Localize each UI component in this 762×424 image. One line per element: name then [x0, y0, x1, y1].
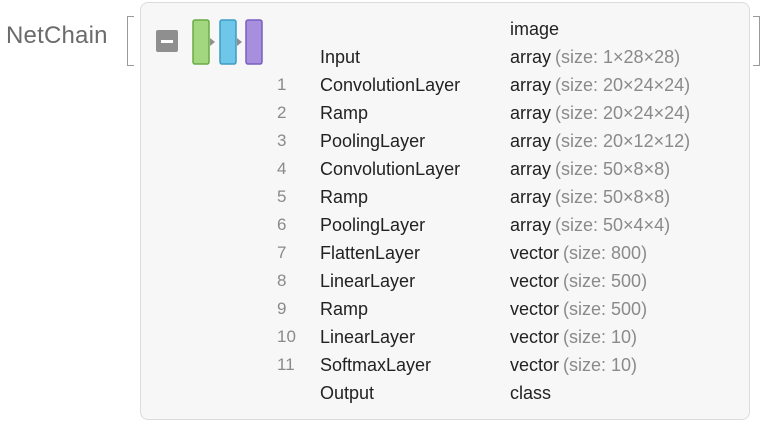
layer-type: vector (size: 10): [510, 351, 637, 379]
output-label: Output: [320, 383, 375, 403]
layer-name: Ramp: [320, 103, 369, 123]
layer-name: PoolingLayer: [320, 131, 426, 151]
input-kind: array: [510, 47, 552, 67]
layer-index: 11: [277, 355, 295, 374]
layer-kind: array: [510, 187, 552, 207]
layer-size: (size: 20×12×12): [555, 131, 691, 151]
arrow-2-icon: [237, 38, 242, 46]
layer-type: array (size: 20×12×12): [510, 127, 690, 155]
collapse-toggle-button[interactable]: [156, 30, 178, 52]
layer-index: 3: [277, 131, 287, 150]
layer-type: array (size: 20×24×24): [510, 99, 690, 127]
input-label: Input: [320, 47, 361, 67]
layer-type: vector (size: 10): [510, 323, 637, 351]
layer-name: LinearLayer: [320, 327, 416, 347]
network-layers-icon: [192, 19, 263, 65]
layer-kind: array: [510, 75, 552, 95]
layer-name: ConvolutionLayer: [320, 159, 461, 179]
layer-kind: array: [510, 103, 552, 123]
layer-size: (size: 800): [563, 243, 648, 263]
layer-index: 2: [277, 103, 287, 122]
layer-block-1-icon: [192, 19, 210, 65]
layer-size: (size: 50×8×8): [555, 187, 671, 207]
input-size: (size: 1×28×28): [555, 47, 681, 67]
minus-icon: [161, 39, 173, 43]
layer-name: ConvolutionLayer: [320, 75, 461, 95]
input-type: array (size: 1×28×28): [510, 43, 680, 71]
layer-index: 1: [277, 75, 287, 94]
layer-name: LinearLayer: [320, 271, 416, 291]
layer-type: array (size: 50×4×4): [510, 211, 670, 239]
layer-kind: vector: [510, 355, 560, 375]
right-bracket: [753, 16, 760, 66]
netchain-output: NetChain image Input array (size: 1×28×28…: [0, 0, 762, 424]
layer-kind: array: [510, 131, 552, 151]
layer-kind: vector: [510, 327, 560, 347]
layer-type: array (size: 50×8×8): [510, 155, 670, 183]
layer-size: (size: 20×24×24): [555, 75, 691, 95]
output-type: class: [510, 379, 551, 407]
layer-name: Ramp: [320, 187, 369, 207]
layer-index: 8: [277, 271, 287, 290]
arrow-1-icon: [210, 38, 215, 46]
layer-block-3-icon: [245, 19, 263, 65]
layer-size: (size: 500): [563, 271, 648, 291]
layer-index: 5: [277, 187, 287, 206]
input-header-type: image: [510, 19, 560, 39]
layer-name: FlattenLayer: [320, 243, 421, 263]
layer-size: (size: 50×8×8): [555, 159, 671, 179]
layer-name: Ramp: [320, 299, 369, 319]
layer-kind: vector: [510, 243, 560, 263]
layer-size: (size: 10): [563, 355, 638, 375]
layer-block-2-icon: [219, 19, 237, 65]
layer-type: array (size: 50×8×8): [510, 183, 670, 211]
layer-name: SoftmaxLayer: [320, 355, 432, 375]
layer-index: 4: [277, 159, 287, 178]
layer-kind: vector: [510, 299, 560, 319]
layer-index: 6: [277, 215, 287, 234]
layer-size: (size: 10): [563, 327, 638, 347]
layer-type: vector (size: 500): [510, 267, 647, 295]
layer-name: PoolingLayer: [320, 215, 426, 235]
layer-index: 10: [277, 327, 296, 346]
layer-index: 7: [277, 243, 287, 262]
layer-index: 9: [277, 299, 287, 318]
output-kind: class: [510, 383, 552, 403]
layer-type: array (size: 20×24×24): [510, 71, 690, 99]
left-bracket: [127, 16, 134, 66]
layer-size: (size: 500): [563, 299, 648, 319]
layer-kind: array: [510, 215, 552, 235]
layer-type: vector (size: 500): [510, 295, 647, 323]
layer-kind: vector: [510, 271, 560, 291]
netchain-head: NetChain: [6, 22, 108, 49]
layer-size: (size: 20×24×24): [555, 103, 691, 123]
layer-kind: array: [510, 159, 552, 179]
layer-type: vector (size: 800): [510, 239, 647, 267]
layer-size: (size: 50×4×4): [555, 215, 671, 235]
